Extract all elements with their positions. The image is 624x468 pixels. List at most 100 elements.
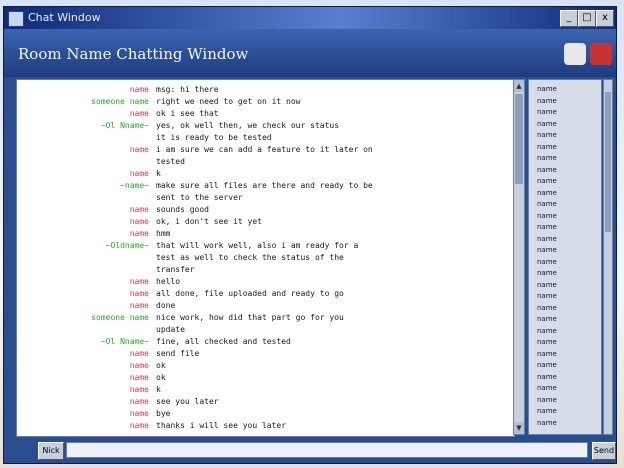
close-button[interactable]: x xyxy=(596,10,614,27)
user-list-item[interactable]: name xyxy=(537,96,557,106)
message-text: bye xyxy=(156,409,171,418)
paper-icon[interactable] xyxy=(564,43,586,65)
app-icon[interactable] xyxy=(8,11,24,27)
user-list-item[interactable]: name xyxy=(537,107,557,117)
message-text: update xyxy=(156,325,185,334)
message-text: sounds good xyxy=(156,205,209,214)
message-nick[interactable]: ~Ol Nname~ xyxy=(17,120,149,132)
message-nick[interactable]: name xyxy=(17,108,149,120)
message-text: nice work, how did that part go for you xyxy=(156,313,344,322)
user-list-item[interactable]: name xyxy=(537,291,557,301)
message-text: tested xyxy=(156,157,185,166)
chat-window: Chat Window _ □ x Room Name Chatting Win… xyxy=(3,6,617,464)
nick-button[interactable]: Nick xyxy=(38,442,64,460)
maximize-button[interactable]: □ xyxy=(578,10,596,27)
user-list-item[interactable]: name xyxy=(537,142,557,152)
user-list-item[interactable]: name xyxy=(537,222,557,232)
message-nick[interactable]: name xyxy=(17,276,149,288)
message-text: that will work well, also i am ready for… xyxy=(156,241,359,250)
message-input[interactable] xyxy=(66,442,588,458)
scroll-up-arrow-icon[interactable]: ▲ xyxy=(514,80,524,92)
message-nick[interactable]: name xyxy=(17,372,149,384)
message-nick[interactable]: name xyxy=(17,228,149,240)
chat-scrollbar[interactable]: ▲ ▼ xyxy=(513,79,525,435)
user-list-item[interactable]: name xyxy=(537,268,557,278)
user-list-item[interactable]: name xyxy=(537,176,557,186)
message-nick[interactable]: name xyxy=(17,144,149,156)
user-list-item[interactable]: name xyxy=(537,349,557,359)
message-text: k xyxy=(156,385,161,394)
user-list-item[interactable]: name xyxy=(537,372,557,382)
user-list-scrollbar[interactable] xyxy=(603,79,613,435)
user-list-item[interactable]: name xyxy=(537,188,557,198)
message-text: all done, file uploaded and ready to go xyxy=(156,289,344,298)
user-list-item[interactable]: name xyxy=(537,383,557,393)
message-nick[interactable]: ~name~ xyxy=(17,180,149,192)
message-text: done xyxy=(156,301,176,310)
message-text: yes, ok well then, we check our status xyxy=(156,121,340,130)
message-text: sent to the server xyxy=(156,193,243,202)
user-list-item[interactable]: name xyxy=(537,84,557,94)
user-list-item[interactable]: name xyxy=(537,153,557,163)
message-nick[interactable]: name xyxy=(17,288,149,300)
scroll-down-arrow-icon[interactable]: ▼ xyxy=(514,422,524,434)
message-nick[interactable]: name xyxy=(17,348,149,360)
user-list-item[interactable]: name xyxy=(537,234,557,244)
send-button[interactable]: Send xyxy=(592,442,616,460)
message-text: it is ready to be tested xyxy=(156,133,272,142)
message-text: msg: hi there xyxy=(156,85,219,94)
message-text: transfer xyxy=(156,265,195,274)
message-nick[interactable]: name xyxy=(17,360,149,372)
message-text: ok, i don't see it yet xyxy=(156,217,262,226)
message-text: test as well to check the status of the xyxy=(156,253,344,262)
message-text: make sure all files are there and ready … xyxy=(156,181,373,190)
message-nick[interactable]: name xyxy=(17,384,149,396)
user-list-item[interactable]: name xyxy=(537,211,557,221)
user-list-item[interactable]: name xyxy=(537,418,557,428)
user-list-item[interactable]: name xyxy=(537,130,557,140)
user-list-item[interactable]: name xyxy=(537,395,557,405)
message-nick[interactable]: name xyxy=(17,408,149,420)
user-list-item[interactable]: name xyxy=(537,337,557,347)
message-text: hello xyxy=(156,277,181,286)
input-bar: Nick Send xyxy=(4,437,616,463)
message-text: see you later xyxy=(156,397,219,406)
chat-log[interactable]: name msg: hi there someone name right we ne… xyxy=(16,79,515,437)
message-nick[interactable]: someone name xyxy=(17,312,149,324)
user-list-item[interactable]: name xyxy=(537,280,557,290)
user-list-item[interactable]: name xyxy=(537,119,557,129)
message-text: hmm xyxy=(156,229,171,238)
minimize-button[interactable]: _ xyxy=(560,10,578,27)
message-nick[interactable]: name xyxy=(17,168,149,180)
message-nick[interactable]: name xyxy=(17,300,149,312)
title-bar[interactable]: Chat Window _ □ x xyxy=(4,7,616,29)
window-title: Chat Window xyxy=(28,11,101,24)
message-text: ok xyxy=(156,373,166,382)
message-nick[interactable]: ~Oldname~ xyxy=(17,240,149,252)
user-list-item[interactable]: name xyxy=(537,314,557,324)
message-nick[interactable]: ~Ol Nname~ xyxy=(17,336,149,348)
message-nick[interactable]: someone name xyxy=(17,96,149,108)
message-text: thanks i will see you later xyxy=(156,421,287,430)
user-list-item[interactable]: name xyxy=(537,360,557,370)
user-list-item[interactable]: name xyxy=(537,303,557,313)
message-nick[interactable]: name xyxy=(17,420,149,432)
message-text: k xyxy=(156,169,161,178)
chat-scroll-thumb[interactable] xyxy=(515,94,523,184)
user-list-item[interactable]: name xyxy=(537,406,557,416)
user-list[interactable]: name name name name name name name name name name… xyxy=(528,79,602,435)
message-nick[interactable]: name xyxy=(17,204,149,216)
message-text: i am sure we can add a feature to it lat… xyxy=(156,145,373,154)
user-list-item[interactable]: name xyxy=(537,326,557,336)
message-nick[interactable]: name xyxy=(17,84,149,96)
user-list-item[interactable]: name xyxy=(537,199,557,209)
user-list-item[interactable]: name xyxy=(537,245,557,255)
message-text: ok xyxy=(156,361,166,370)
user-list-item[interactable]: name xyxy=(537,257,557,267)
room-header: Room Name Chatting Window xyxy=(4,29,616,77)
user-list-item[interactable]: name xyxy=(537,165,557,175)
message-nick[interactable]: name xyxy=(17,216,149,228)
message-nick[interactable]: name xyxy=(17,396,149,408)
user-scroll-thumb[interactable] xyxy=(605,92,611,232)
present-icon[interactable] xyxy=(590,43,612,65)
